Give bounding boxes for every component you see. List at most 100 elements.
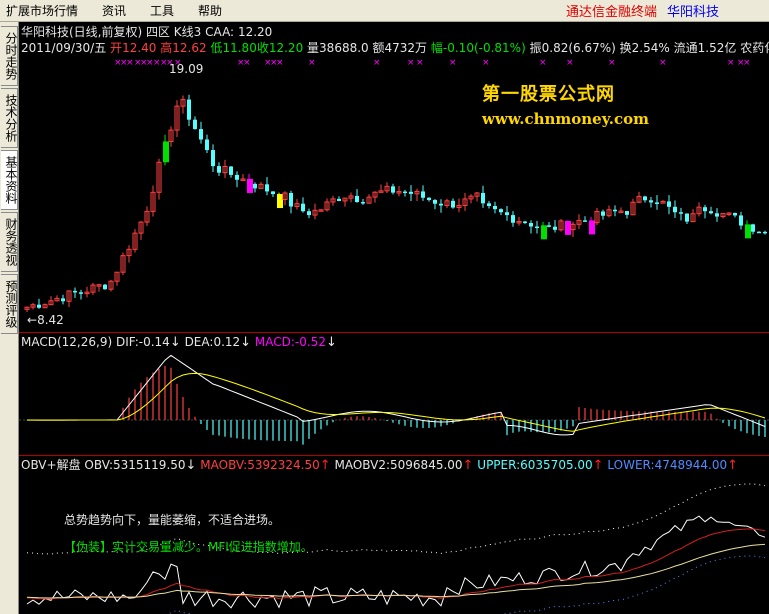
menu-item-help[interactable]: 帮助 <box>186 0 234 22</box>
tab-technical-analysis[interactable]: 技术分析 <box>1 88 18 148</box>
quote-date: 2011/09/30/五 <box>21 41 107 55</box>
candle-body <box>229 166 233 175</box>
candle-body <box>337 198 341 201</box>
signal-marker-icon: × <box>373 58 381 68</box>
tab-intraday[interactable]: 分时走势 <box>1 26 18 86</box>
candle-body <box>709 211 713 214</box>
signal-marker-icon: × <box>659 58 667 68</box>
analysis-note-trend: 总势趋势向下，量能萎缩，不适合进场。 <box>64 513 281 527</box>
turnover-value: 2.54% <box>631 41 670 55</box>
trough-price-label: ←8.42 <box>27 313 64 327</box>
signal-marker-icon: × <box>482 58 490 68</box>
low-label: 低 <box>210 41 223 55</box>
menu-item-tools[interactable]: 工具 <box>138 0 186 22</box>
tab-basic-info[interactable]: 基本资料 <box>1 150 18 210</box>
candle-body <box>655 202 659 204</box>
signal-marker-icon: × <box>308 58 316 68</box>
change-label: 幅 <box>430 41 443 55</box>
candle-body <box>511 215 515 223</box>
tab-financial[interactable]: 财务透视 <box>1 212 18 272</box>
peak-price-label: 19.09 <box>169 62 204 76</box>
lower-label: LOWER: <box>607 458 655 472</box>
high-label: 高 <box>160 41 173 55</box>
upper-value: 6035705.00 <box>520 458 593 472</box>
obv-header: OBV+解盘 OBV:5315119.50↓ MAOBV:5392324.50↑… <box>21 458 738 473</box>
change-value: -0.10(-0.81%) <box>442 41 526 55</box>
dea-label: DEA: <box>184 335 214 349</box>
menu-item-news[interactable]: 资讯 <box>90 0 138 22</box>
watermark-title: 第一股票公式网 <box>482 84 615 105</box>
candle-body <box>679 212 683 214</box>
obv-down-arrow-icon: ↓ <box>185 458 197 473</box>
amplitude-label: 振 <box>529 41 542 55</box>
candle-body <box>307 211 311 216</box>
candle-body <box>667 201 671 207</box>
dif-label: DIF: <box>115 335 139 349</box>
float-label: 流通 <box>673 41 698 55</box>
chart-area[interactable]: × × × × × × × × × × × × × × × × × × × × × × × × × × × × 华阳科技(日线,前复权… <box>19 22 769 614</box>
candle-body <box>553 226 557 230</box>
macd-title: MACD(12,26,9) <box>21 335 113 349</box>
candle-body <box>433 199 437 204</box>
candle-body <box>745 224 751 239</box>
candle-body <box>421 191 425 198</box>
watermark-url: www.chnmoney.com <box>482 110 649 128</box>
candle-body <box>37 304 41 308</box>
open-label: 开 <box>110 41 123 55</box>
macd-label: MACD: <box>254 335 295 349</box>
pane-separator-obv <box>19 455 769 456</box>
candle-body <box>451 200 455 208</box>
lower-value: 4748944.00 <box>654 458 728 472</box>
candle-body <box>403 191 407 194</box>
maobv2-up-arrow-icon: ↑ <box>462 458 474 473</box>
signal-marker-icon: × <box>243 58 251 68</box>
menu-item-extended-market[interactable]: 扩展市场行情 <box>0 0 90 22</box>
signal-marker-icon: × <box>449 58 457 68</box>
upper-label: UPPER: <box>477 458 521 472</box>
caa-label: CAA: <box>205 25 235 39</box>
macd-header: MACD(12,26,9) DIF:-0.14↓ DEA:0.12↓ MACD:… <box>21 335 337 350</box>
candle-body <box>685 213 689 222</box>
candle-body <box>253 183 257 189</box>
candle-body <box>235 174 239 180</box>
maobv-value: 5392324.50 <box>247 458 320 472</box>
sector-label: 农药化肥 <box>740 41 769 55</box>
close-label: 收 <box>256 41 269 55</box>
candle-body <box>703 207 707 212</box>
close-value: 12.20 <box>268 41 304 55</box>
maobv-label: MAOBV: <box>200 458 248 472</box>
volume-label: 量 <box>307 41 320 55</box>
upper-up-arrow-icon: ↑ <box>592 458 604 473</box>
menu-bar: 扩展市场行情 资讯 工具 帮助 通达信金融终端 华阳科技 <box>0 0 769 22</box>
candle-body <box>625 211 629 215</box>
candle-body <box>355 195 359 203</box>
signal-marker-icon: × <box>566 58 574 68</box>
candle-body <box>247 178 253 193</box>
signal-marker-icon: × <box>608 58 616 68</box>
signal-marker-icon: × <box>126 58 134 68</box>
candle-body <box>589 220 595 235</box>
candle-body <box>391 186 395 193</box>
amplitude-value: 0.82(6.67%) <box>541 41 616 55</box>
amount-label: 额 <box>372 41 385 55</box>
signal-marker-icon: × <box>727 58 735 68</box>
caa-value: 12.20 <box>237 25 273 39</box>
volume-value: 38688.0 <box>319 41 369 55</box>
candle-body <box>547 225 551 227</box>
tab-forecast[interactable]: 预测评级 <box>1 274 18 334</box>
candle-body <box>493 205 497 210</box>
kline-title: 华阳科技(日线,前复权) 四区 K线3 CAA: 12.20 <box>21 25 272 39</box>
obv-title: OBV+解盘 <box>21 458 81 472</box>
candle-body <box>643 196 647 201</box>
candle-body <box>583 220 587 222</box>
trough-price-value: 8.42 <box>37 313 64 327</box>
candle-body <box>211 150 215 167</box>
signal-marker-icon: × <box>743 58 751 68</box>
signal-marker-icon: × <box>539 58 547 68</box>
maobv2-label: MAOBV2: <box>334 458 391 472</box>
sidebar: 分时走势 技术分析 基本资料 财务透视 预测评级 <box>0 22 19 614</box>
app-brand: 通达信金融终端 <box>565 5 657 20</box>
candle-body <box>73 290 77 293</box>
candle-body <box>523 221 527 224</box>
kline-quote-line: 2011/09/30/五 开12.40 高12.62 低11.80收12.20 … <box>21 41 769 55</box>
